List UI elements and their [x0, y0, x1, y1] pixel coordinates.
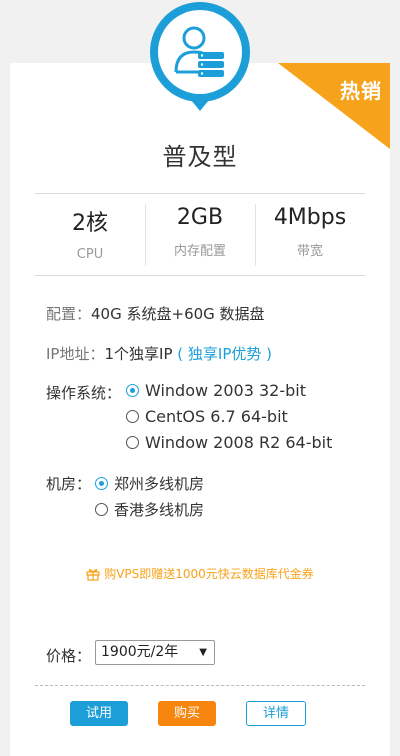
buy-button[interactable]: 购买 — [158, 701, 216, 726]
try-button[interactable]: 试用 — [70, 701, 128, 726]
radio-icon — [95, 503, 108, 516]
price-select-value: 1900元/2年 — [101, 644, 179, 660]
os-label: 操作系统： — [46, 384, 122, 402]
os-option-windows-2008[interactable]: Window 2008 R2 64-bit — [126, 433, 332, 452]
dashed-divider — [35, 685, 365, 686]
radio-icon — [126, 436, 139, 449]
ip-advantage-link[interactable]: ( 独享IP优势 ) — [177, 345, 272, 363]
config-value: 40G 系统盘+60G 数据盘 — [91, 305, 265, 323]
spec-memory: 2GB 内存配置 — [145, 205, 255, 259]
os-option-label: CentOS 6.7 64-bit — [145, 407, 288, 426]
promo-text: 购VPS即赠送1000元快云数据库代金券 — [104, 567, 314, 581]
radio-selected-icon — [126, 384, 139, 397]
spec-value: 2GB — [176, 205, 224, 230]
room-label: 机房： — [46, 475, 92, 493]
spec-value: 2核 — [72, 211, 108, 236]
server-user-icon — [150, 2, 250, 111]
spec-bandwidth: 4Mbps 带宽 — [255, 205, 365, 259]
room-option-hongkong[interactable]: 香港多线机房 — [95, 499, 204, 520]
room-option-label: 香港多线机房 — [114, 501, 205, 519]
spec-cpu: 2核 CPU — [35, 205, 145, 262]
divider — [35, 275, 365, 276]
radio-selected-icon — [95, 477, 108, 490]
spec-value: 4Mbps — [273, 205, 347, 230]
dropdown-arrow-icon: ▼ — [199, 647, 207, 658]
os-option-label: Window 2003 32-bit — [145, 381, 306, 400]
ip-row: IP地址：1个独享IP ( 独享IP优势 ) — [46, 343, 272, 364]
room-option-zhengzhou[interactable]: 郑州多线机房 — [95, 473, 204, 494]
plan-title: 普及型 — [162, 143, 238, 171]
price-select[interactable]: 1900元/2年 ▼ — [95, 640, 215, 665]
spec-label: 带宽 — [296, 244, 323, 259]
ip-value: 1个独享IP — [104, 345, 173, 363]
detail-button[interactable]: 详情 — [246, 701, 306, 726]
os-option-centos[interactable]: CentOS 6.7 64-bit — [126, 407, 288, 426]
hot-badge: 热销 — [340, 79, 382, 103]
os-option-label: Window 2008 R2 64-bit — [145, 433, 333, 452]
spec-label: CPU — [76, 247, 104, 262]
ip-label: IP地址： — [46, 345, 105, 363]
config-row: 配置：40G 系统盘+60G 数据盘 — [46, 303, 265, 324]
radio-icon — [126, 410, 139, 423]
divider — [35, 193, 365, 194]
spec-label: 内存配置 — [173, 244, 226, 259]
promo-banner: 购VPS即赠送1000元快云数据库代金券 — [0, 565, 400, 582]
price-label: 价格： — [46, 647, 92, 665]
config-label: 配置： — [46, 305, 92, 323]
room-option-label: 郑州多线机房 — [114, 475, 205, 493]
gift-icon — [86, 568, 100, 581]
os-option-windows-2003[interactable]: Window 2003 32-bit — [126, 381, 306, 400]
